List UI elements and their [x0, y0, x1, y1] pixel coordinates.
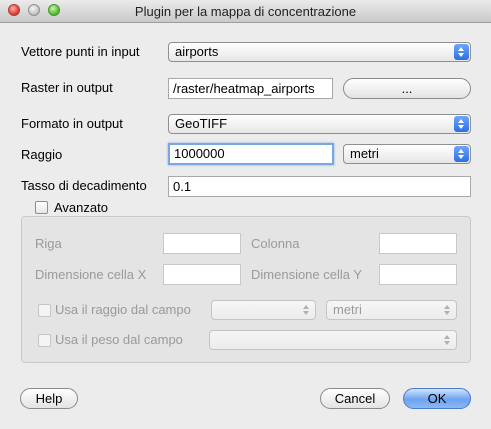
input-vector-select[interactable]: airports — [168, 42, 471, 62]
output-raster-input[interactable]: /raster/heatmap_airports — [168, 78, 333, 99]
select-arrows-icon — [299, 302, 314, 318]
input-vector-value: airports — [175, 44, 219, 59]
column-input[interactable] — [379, 233, 457, 254]
use-radius-field-label: Usa il raggio dal campo — [55, 302, 191, 317]
select-arrows-icon — [440, 302, 455, 318]
radius-field-unit-value: metri — [333, 302, 362, 317]
radius-input[interactable]: 1000000 — [168, 143, 334, 165]
use-radius-field-checkbox[interactable] — [38, 304, 51, 317]
cell-size-y-label: Dimensione cella Y — [251, 267, 363, 282]
advanced-label: Avanzato — [54, 200, 108, 215]
cell-size-x-label: Dimensione cella X — [35, 267, 147, 282]
radius-unit-select[interactable]: metri — [343, 144, 471, 164]
decay-label: Tasso di decadimento — [21, 178, 147, 193]
input-vector-label: Vettore punti in input — [21, 44, 140, 59]
row-label: Riga — [35, 236, 62, 251]
cell-size-y-input[interactable] — [379, 264, 457, 285]
radius-field-unit-select[interactable]: metri — [326, 300, 457, 320]
output-format-value: GeoTIFF — [175, 116, 228, 131]
select-arrows-icon — [454, 146, 469, 162]
row-input[interactable] — [163, 233, 241, 254]
cell-size-x-input[interactable] — [163, 264, 241, 285]
heatmap-dialog: Plugin per la mappa di concentrazione Ve… — [0, 0, 491, 429]
title-bar: Plugin per la mappa di concentrazione — [0, 0, 491, 23]
decay-input[interactable]: 0.1 — [168, 176, 471, 197]
radius-label: Raggio — [21, 147, 63, 162]
use-weight-field-label: Usa il peso dal campo — [55, 332, 183, 347]
advanced-checkbox[interactable] — [35, 201, 48, 214]
radius-unit-value: metri — [350, 146, 379, 161]
weight-field-select[interactable] — [209, 330, 457, 350]
select-arrows-icon — [454, 116, 469, 132]
select-arrows-icon — [454, 44, 469, 60]
use-weight-field-checkbox[interactable] — [38, 334, 51, 347]
ok-button[interactable]: OK — [403, 388, 471, 409]
select-arrows-icon — [440, 332, 455, 348]
browse-button[interactable]: ... — [343, 78, 471, 99]
output-format-label: Formato in output — [21, 116, 123, 131]
window-title: Plugin per la mappa di concentrazione — [134, 4, 357, 19]
cancel-button[interactable]: Cancel — [320, 388, 390, 409]
column-label: Colonna — [251, 236, 300, 251]
output-format-select[interactable]: GeoTIFF — [168, 114, 471, 134]
help-button[interactable]: Help — [20, 388, 78, 409]
radius-field-select[interactable] — [211, 300, 316, 320]
output-raster-label: Raster in output — [21, 80, 113, 95]
